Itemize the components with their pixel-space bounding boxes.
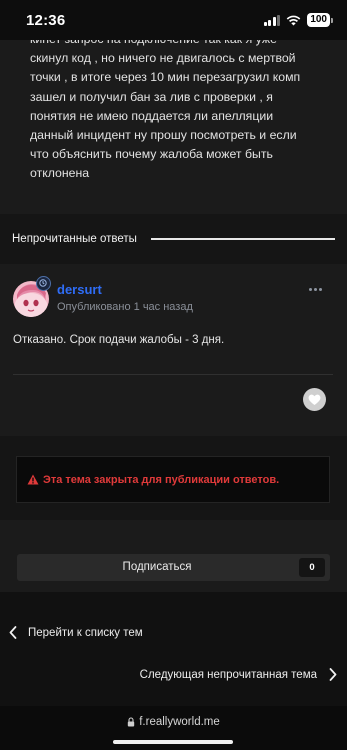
- status-icons: 100: [263, 13, 333, 27]
- subscribe-button[interactable]: Подписаться 0: [17, 554, 330, 581]
- reply-text: Отказано. Срок подачи жалобы - 3 дня.: [13, 334, 225, 346]
- rank-badge: [36, 276, 51, 291]
- unread-line: [150, 238, 335, 240]
- post-date[interactable]: Опубликовано 1 час назад: [57, 301, 193, 313]
- more-options-icon[interactable]: [309, 288, 322, 291]
- unread-label: Непрочитанные ответы: [12, 233, 137, 245]
- warning-icon: [27, 474, 39, 485]
- post-body: кинет запрос на подключение так как я уж…: [0, 40, 347, 214]
- url-display[interactable]: f.reallyworld.me: [0, 716, 347, 728]
- post-text: кинет запрос на подключение так как я уж…: [30, 40, 330, 184]
- battery-level: 100: [307, 13, 330, 27]
- post-line: понятия не имею поддается ли апелляции: [30, 108, 274, 123]
- browser-address-bar[interactable]: f.reallyworld.me: [0, 706, 347, 750]
- signal-icon: [263, 14, 281, 26]
- like-button[interactable]: [303, 388, 326, 411]
- battery-icon: 100: [307, 13, 333, 27]
- subscribe-section: Подписаться 0: [0, 520, 347, 592]
- post-line: отклонена: [30, 166, 90, 181]
- status-time: 12:36: [26, 11, 66, 29]
- back-to-topics-label: Перейти к списку тем: [28, 626, 143, 639]
- subscriber-count: 0: [299, 558, 325, 577]
- next-unread-topic-label: Следующая непрочитанная тема: [139, 668, 317, 681]
- locked-text: Эта тема закрыта для публикации ответов.: [43, 473, 280, 486]
- reply-post: dersurt Опубликовано 1 час назад Отказан…: [0, 264, 347, 436]
- back-to-topics-link[interactable]: Перейти к списку тем: [9, 626, 143, 639]
- locked-section: Эта тема закрыта для публикации ответов.: [0, 436, 347, 520]
- subscribe-label: Подписаться: [122, 561, 192, 573]
- home-indicator[interactable]: [113, 740, 233, 744]
- wifi-icon: [286, 15, 301, 26]
- post-line: точки , в итоге через 10 мин перезагрузи…: [30, 70, 301, 85]
- post-divider: [13, 374, 333, 375]
- lock-icon: [128, 717, 135, 727]
- author-link[interactable]: dersurt: [57, 282, 102, 297]
- chevron-left-icon: [9, 626, 17, 639]
- url-text: f.reallyworld.me: [139, 716, 220, 728]
- post-line: кинет запрос на подключение так как я уж…: [30, 40, 330, 49]
- unread-divider: Непрочитанные ответы: [0, 214, 347, 264]
- post-line: зашел и получил бан за лив с проверки , …: [30, 89, 273, 104]
- status-bar: 12:36 100: [0, 0, 347, 40]
- topic-navigation: Перейти к списку тем Следующая непрочита…: [0, 592, 347, 706]
- chevron-right-icon: [329, 668, 337, 681]
- locked-notice: Эта тема закрыта для публикации ответов.: [16, 456, 330, 503]
- next-unread-topic-link[interactable]: Следующая непрочитанная тема: [140, 668, 337, 681]
- post-line: скинул код , но ничего не двигалось с ме…: [30, 51, 296, 66]
- post-line: данный инцидент ну прошу посмотреть и ес…: [30, 128, 297, 143]
- post-line: что объяснить почему жалоба может быть: [30, 147, 273, 162]
- heart-icon: [308, 394, 321, 405]
